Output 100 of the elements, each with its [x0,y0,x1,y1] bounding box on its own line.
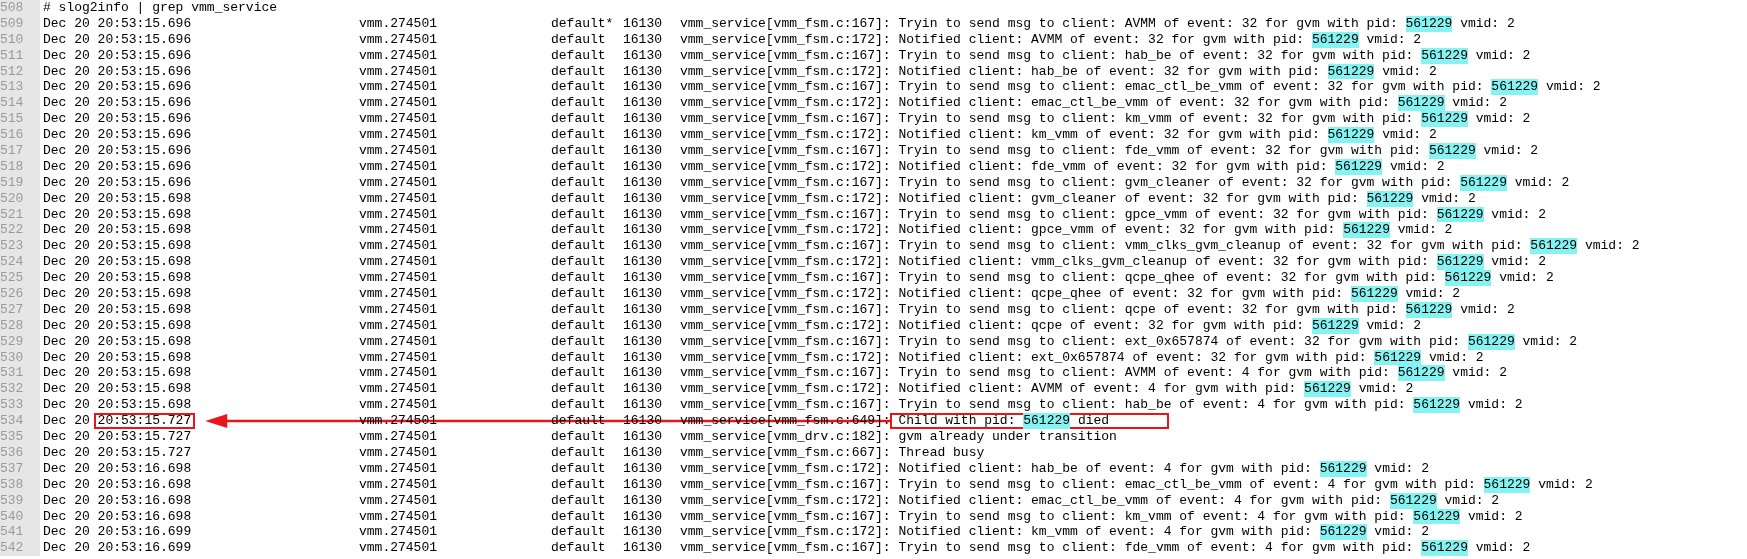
search-match: 561229 [1413,397,1461,414]
message-text: Tryin to send msg to client: hab_be of event: 32 for gvm with pid: [898,47,1415,64]
search-match: 561229 [1467,333,1515,350]
log-time: 20:53:15.698 [97,206,192,223]
log-date: Dec 20 [43,238,90,255]
process-name: vmm.274501 [359,397,438,414]
process-name: vmm.274501 [359,238,438,255]
thread-id: 16130 [623,540,663,557]
thread-id: 16130 [623,476,663,493]
message-text: vmid: 2 [1443,492,1500,509]
thread-id: 16130 [623,95,663,112]
search-match: 561229 [1311,31,1359,48]
message-text: Notified client: gvm_cleaner of event: 32 for gvm with pid: [898,190,1360,207]
log-time: 20:53:15.696 [97,47,192,64]
log-time: 20:53:15.696 [97,15,192,32]
source-location: vmm_service[vmm_fsm.c:167]: [680,365,891,382]
source-location: vmm_service[vmm_fsm.c:172]: [680,524,891,541]
log-date: Dec 20 [43,174,90,191]
process-name: vmm.274501 [359,460,438,477]
log-level: default [551,301,607,318]
log-time: 20:53:15.727 [97,444,192,461]
log-time: 20:53:15.696 [97,63,192,80]
log-date: Dec 20 [43,143,90,159]
log-time: 20:53:16.698 [97,492,192,509]
message-text: Tryin to send msg to client: gpce_vmm of event: 32 for gvm with pid: [898,206,1430,223]
source-location: vmm_service[vmm_fsm.c:172]: [680,381,891,398]
message-text: vmid: 2 [1474,47,1531,64]
log-level: default [551,111,607,128]
source-location: vmm_service[vmm_fsm.c:167]: [680,47,891,64]
message-text: Tryin to send msg to client: qcpe of event: 32 for gvm with pid: [898,301,1399,318]
log-time: 20:53:16.699 [97,540,192,557]
line-number: 524 [0,254,40,271]
log-time: 20:53:15.696 [97,31,192,48]
thread-id: 16130 [623,31,663,48]
thread-id: 16130 [623,317,663,334]
message-text: Child with pid: [898,413,1017,430]
source-location: vmm_service[vmm_fsm.c:167]: [680,79,891,96]
thread-id: 16130 [623,270,663,287]
message-text: Notified client: vmm_clks_gvm_cleanup of event: 32 for gvm with pid: [898,254,1430,271]
log-date: Dec 20 [43,270,90,287]
log-date: Dec 20 [43,524,90,541]
search-match: 561229 [1397,365,1445,382]
message-text: Notified client: AVMM of event: 32 for gvm with pid: [898,31,1306,48]
log-date: Dec 20 [43,508,90,525]
message-text: Tryin to send msg to client: vmm_clks_gvm_cleanup of event: 32 for gvm with pid: [898,238,1524,255]
process-name: vmm.274501 [359,429,438,445]
log-level: default [551,476,607,493]
source-location: vmm_service[vmm_fsm.c:172]: [680,317,891,334]
process-name: vmm.274501 [359,476,438,493]
log-date: Dec 20 [43,397,90,414]
line-number: 535 [0,429,40,445]
log-date: Dec 20 [43,301,90,318]
thread-id: 16130 [623,63,663,80]
source-location: vmm_service[vmm_fsm.c:167]: [680,15,891,32]
search-match: 561229 [1350,286,1398,302]
log-date: Dec 20 [43,254,90,271]
source-location: vmm_service[vmm_fsm.c:167]: [680,111,891,128]
message-text: Notified client: qcpe of event: 32 for gvm with pid: [898,317,1306,334]
thread-id: 16130 [623,174,663,191]
log-level: default [551,270,607,287]
log-level: default [551,158,607,175]
log-date: Dec 20 [43,111,90,128]
log-time: 20:53:15.698 [97,286,192,302]
process-name: vmm.274501 [359,317,438,334]
message-text: Tryin to send msg to client: emac_ctl_be_vmm of event: 32 for gvm with pid: [898,79,1485,96]
message-text: gvm already under transition [898,429,1117,445]
log-time: 20:53:16.698 [97,460,192,477]
line-number: 534 [0,413,40,430]
process-name: vmm.274501 [359,524,438,541]
process-name: vmm.274501 [359,222,438,239]
search-match: 561229 [1491,79,1539,96]
search-match: 561229 [1397,95,1445,112]
process-name: vmm.274501 [359,174,438,191]
message-text: vmid: 2 [1459,301,1515,318]
message-text: vmid: 2 [1466,397,1523,414]
log-time: 20:53:15.696 [97,79,192,96]
log-date: Dec 20 [43,158,90,175]
log-time: 20:53:15.698 [97,397,192,414]
process-name: vmm.274501 [359,95,438,112]
log-level: default [551,190,607,207]
search-match: 561229 [1389,492,1437,509]
process-name: vmm.274501 [359,286,438,302]
log-level: default [551,397,607,414]
log-date: Dec 20 [43,95,90,112]
log-date: Dec 20 [43,381,90,398]
process-name: vmm.274501 [359,47,438,64]
source-location: vmm_service[vmm_fsm.c:172]: [680,190,891,207]
thread-id: 16130 [623,492,663,509]
log-date: Dec 20 [43,540,90,557]
message-text: Notified client: fde_vmm of event: 32 for gvm with pid: [898,158,1329,175]
source-location: vmm_service[vmm_fsm.c:172]: [680,286,891,302]
thread-id: 16130 [623,111,663,128]
log-level: default [551,286,607,302]
line-number: 526 [0,286,40,302]
message-text: vmid: 2 [1365,317,1422,334]
log-time: 20:53:15.698 [97,365,192,382]
log-date: Dec 20 [43,286,90,302]
log-date: Dec 20 [43,317,90,334]
message-text: vmid: 2 [1513,174,1570,191]
search-match: 561229 [1483,476,1531,493]
